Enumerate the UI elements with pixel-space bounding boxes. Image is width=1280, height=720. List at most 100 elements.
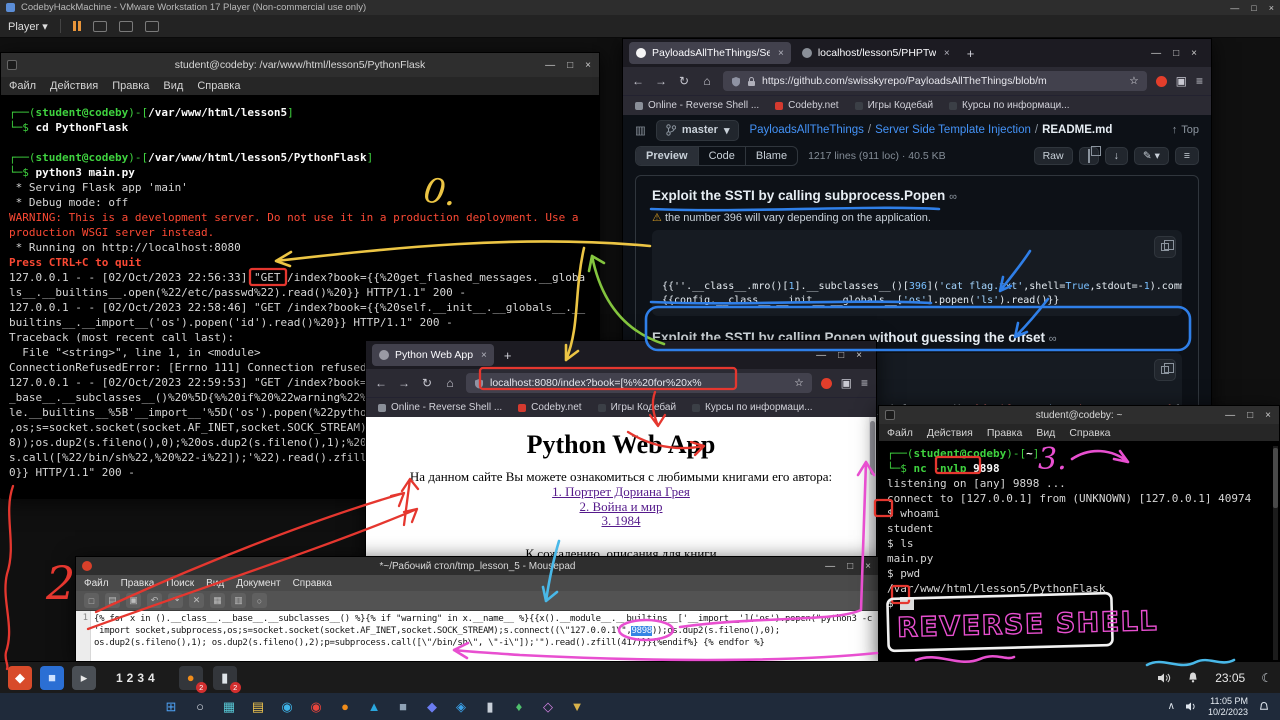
bookmark-item[interactable]: Курсы по информаци...: [692, 402, 813, 413]
tab-close-icon[interactable]: ×: [778, 48, 784, 59]
view-tab[interactable]: Code: [698, 147, 745, 165]
close-button[interactable]: ×: [1269, 3, 1274, 13]
unity-icon[interactable]: [119, 21, 133, 32]
view-tab[interactable]: Preview: [636, 147, 698, 165]
tab-close-icon[interactable]: ×: [944, 48, 950, 59]
pause-vm-icon[interactable]: [73, 21, 81, 31]
close-button[interactable]: ×: [585, 60, 591, 71]
files-icon[interactable]: ■: [40, 666, 64, 690]
extension-icon[interactable]: [821, 378, 832, 389]
scrollbar-thumb[interactable]: [1273, 448, 1278, 508]
host-clock[interactable]: 11:05 PM 10/2/2023: [1208, 696, 1248, 718]
edge-icon[interactable]: ◉: [276, 696, 298, 718]
terminal-titlebar[interactable]: student@codeby: ~ — □ ×: [879, 406, 1279, 424]
breadcrumb-folder-link[interactable]: Server Side Template Injection: [875, 124, 1031, 136]
vmware-icon[interactable]: ■: [392, 696, 414, 718]
breadcrumb-repo-link[interactable]: PayloadsAllTheThings: [749, 124, 863, 136]
url-bar[interactable]: localhost:8080/index?book=[%%20for%20x% …: [466, 373, 812, 393]
home-icon[interactable]: ⌂: [443, 376, 457, 390]
anchor-link-icon[interactable]: ∞: [1049, 333, 1057, 345]
copy-code-button[interactable]: [1154, 236, 1176, 258]
bookmark-item[interactable]: Игры Кодебай: [855, 100, 933, 111]
editor-text[interactable]: {% for x in ().__class__.__base__.__subc…: [91, 611, 879, 662]
anchor-link-icon[interactable]: ∞: [949, 191, 957, 203]
bookmark-star-icon[interactable]: ☆: [794, 377, 803, 389]
tab-localhost-phptwig[interactable]: localhost/lesson5/PHPTwigI ×: [795, 42, 957, 64]
minimize-button[interactable]: —: [545, 60, 555, 71]
menu-item[interactable]: Действия: [927, 427, 973, 439]
save-file-icon[interactable]: ▣: [126, 593, 141, 608]
minimize-button[interactable]: —: [816, 350, 826, 361]
bookmark-item[interactable]: Игры Кодебай: [598, 402, 676, 413]
close-button[interactable]: ×: [865, 561, 871, 572]
menu-item[interactable]: Справка: [197, 80, 240, 92]
tray-chevron-icon[interactable]: ∧: [1168, 701, 1175, 712]
bookmark-item[interactable]: Codeby.net: [518, 402, 581, 413]
file-explorer-icon[interactable]: ▤: [247, 696, 269, 718]
player-menu[interactable]: Player ▾: [8, 20, 48, 33]
back-icon[interactable]: ←: [631, 74, 645, 88]
back-icon[interactable]: ←: [374, 376, 388, 390]
view-tab[interactable]: Blame: [745, 147, 797, 165]
forward-icon[interactable]: →: [654, 74, 668, 88]
terminal-output[interactable]: ┌──(student@codeby)-[~]└─$ nc -nvlp 9898…: [879, 441, 1279, 664]
menu-item[interactable]: Справка: [293, 578, 332, 589]
terminal-window-button[interactable]: ▮2: [213, 666, 237, 690]
app-icon[interactable]: ♦: [508, 696, 530, 718]
bookmark-item[interactable]: Online - Reverse Shell ...: [635, 100, 759, 111]
extension-icon[interactable]: [1156, 76, 1167, 87]
url-bar[interactable]: https://github.com/swisskyrepo/PayloadsA…: [723, 71, 1147, 91]
notification-bell-icon[interactable]: [1187, 671, 1199, 684]
menu-item[interactable]: Правка: [121, 578, 155, 589]
bookmark-star-icon[interactable]: ☆: [1129, 75, 1138, 87]
menu-item[interactable]: Вид: [1036, 427, 1055, 439]
redo-icon[interactable]: ↷: [168, 593, 183, 608]
bookmark-item[interactable]: Codeby.net: [775, 100, 838, 111]
menu-item[interactable]: Справка: [1069, 427, 1110, 439]
extensions-icon[interactable]: ▣: [841, 376, 852, 390]
menu-item[interactable]: Поиск: [166, 578, 194, 589]
forward-icon[interactable]: →: [397, 376, 411, 390]
minimize-button[interactable]: —: [1230, 3, 1239, 13]
raw-button[interactable]: Raw: [1034, 147, 1073, 165]
copy-raw-button[interactable]: [1079, 147, 1099, 165]
home-icon[interactable]: ⌂: [700, 74, 714, 88]
task-view-icon[interactable]: ▦: [218, 696, 240, 718]
volume-icon[interactable]: [1157, 672, 1171, 684]
text-editor-icon[interactable]: ▸: [72, 666, 96, 690]
close-button[interactable]: ×: [1191, 48, 1197, 59]
copy-icon[interactable]: ▦: [210, 593, 225, 608]
app-icon[interactable]: ▼: [566, 696, 588, 718]
tab-python-web-app[interactable]: Python Web App ×: [372, 344, 494, 366]
menu-item[interactable]: Файл: [9, 80, 36, 92]
maximize-button[interactable]: □: [1247, 410, 1253, 421]
snapshot-icon[interactable]: [145, 21, 159, 32]
book-link[interactable]: 1. Портрет Дориана Грея: [366, 485, 876, 500]
tab-close-icon[interactable]: ×: [481, 350, 487, 361]
firefox-icon[interactable]: ●: [334, 696, 356, 718]
search-icon[interactable]: ○: [252, 593, 267, 608]
sidebar-toggle-icon[interactable]: ▥: [635, 123, 646, 137]
menu-item[interactable]: Файл: [84, 578, 109, 589]
tab-payloadsallthethings[interactable]: PayloadsAllTheThings/Se ×: [629, 42, 791, 64]
discord-icon[interactable]: ◆: [421, 696, 443, 718]
fullscreen-icon[interactable]: [93, 21, 107, 32]
scrollbar[interactable]: [1273, 446, 1278, 660]
mousepad-titlebar[interactable]: *~/Рабочий стол/tmp_lesson_5 - Mousepad …: [76, 557, 879, 575]
telegram-icon[interactable]: ▲: [363, 696, 385, 718]
extensions-icon[interactable]: ▣: [1176, 74, 1187, 88]
bookmark-item[interactable]: Online - Reverse Shell ...: [378, 402, 502, 413]
start-button[interactable]: ⊞: [160, 696, 182, 718]
open-file-icon[interactable]: ▤: [105, 593, 120, 608]
menu-item[interactable]: Правка: [112, 80, 149, 92]
terminal-app-icon[interactable]: ▮: [479, 696, 501, 718]
menu-item[interactable]: Вид: [206, 578, 224, 589]
paste-icon[interactable]: ▥: [231, 593, 246, 608]
new-file-icon[interactable]: □: [84, 593, 99, 608]
close-button[interactable]: ×: [1265, 410, 1271, 421]
menu-item[interactable]: Файл: [887, 427, 913, 439]
search-icon[interactable]: ○: [189, 696, 211, 718]
workspace-pager[interactable]: 1234: [116, 671, 159, 685]
menu-item[interactable]: Правка: [987, 427, 1022, 439]
copy-code-button[interactable]: [1154, 359, 1176, 381]
